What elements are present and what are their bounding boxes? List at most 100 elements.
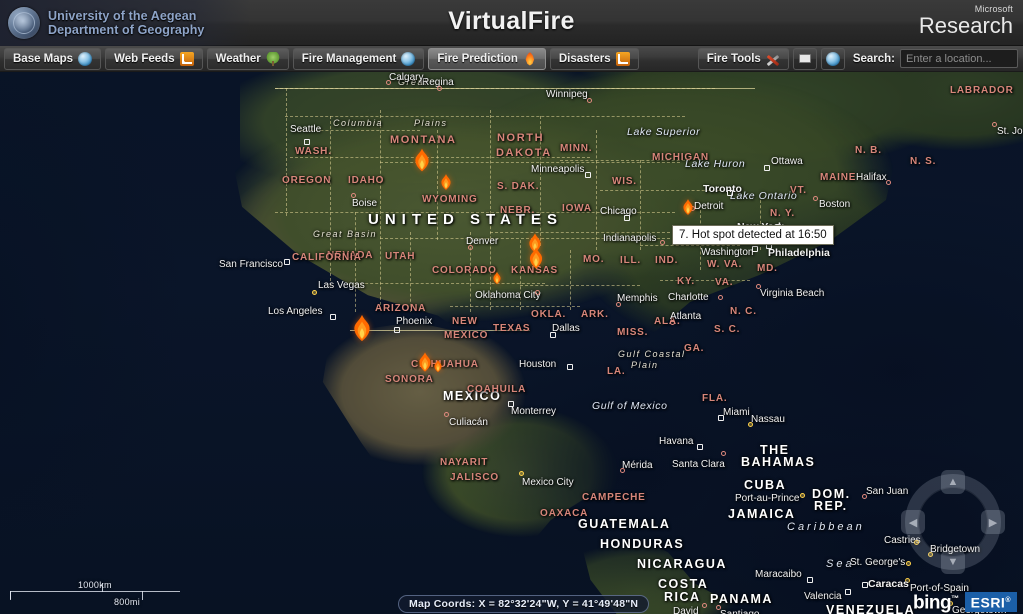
fire-hotspot-marker-5[interactable] — [347, 313, 377, 343]
city-marker-23 — [764, 165, 770, 171]
toolbar-button-globe[interactable] — [820, 47, 845, 70]
map-label-city-33: Miami — [723, 407, 750, 418]
fire-hotspot-marker-7[interactable] — [431, 359, 445, 373]
scale-tick-mi — [142, 591, 143, 600]
toolbar-button-base-maps[interactable]: Base Maps — [4, 47, 102, 70]
globe-icon — [825, 51, 840, 66]
hotspot-tooltip: 7. Hot spot detected at 16:50 — [672, 225, 834, 245]
esri-logo: ESRI® — [964, 592, 1017, 612]
city-marker-4 — [330, 314, 336, 320]
map-label-city-44: Caracas — [868, 578, 909, 590]
app-header: University of the Aegean Department of G… — [0, 0, 1023, 46]
fire-hotspot-marker-3[interactable] — [524, 246, 548, 270]
tree-icon — [265, 51, 280, 66]
rss-icon — [615, 51, 630, 66]
toolbar-button-weather[interactable]: Weather — [206, 47, 289, 70]
toolbar-button-web-feeds[interactable]: Web Feeds — [105, 47, 203, 70]
city-marker-44 — [862, 582, 868, 588]
fire-hotspot-marker-0[interactable] — [409, 147, 435, 173]
map-navigation-control[interactable]: ▲ ▼ ◀ ▶ — [901, 470, 1005, 574]
city-marker-6 — [468, 245, 473, 250]
city-marker-46 — [702, 603, 707, 608]
map-coords-readout: Map Coords: X = 82°32'24"W, Y = 41°49'48… — [398, 595, 650, 613]
map-label-country-11: JAMAICA — [728, 507, 796, 521]
map-label-city-45: Valencia — [804, 591, 842, 602]
fire-tools-label: Fire Tools — [706, 52, 761, 65]
city-marker-38 — [862, 494, 867, 499]
city-marker-36 — [721, 451, 726, 456]
map-label-physical-5: Plain — [631, 360, 659, 370]
research-label: Research — [918, 13, 1013, 38]
city-marker-30 — [444, 412, 449, 417]
map-label-water-5: Sea — [826, 558, 855, 570]
fire-hotspot-marker-1[interactable] — [437, 173, 455, 191]
city-marker-12 — [660, 240, 665, 245]
map-canvas[interactable]: UNITED STATES MEXICO GUATEMALA HONDURAS NICA… — [0, 72, 1023, 614]
page-title: VirtualFire — [448, 7, 575, 35]
city-marker-3 — [312, 290, 317, 295]
city-marker-35 — [697, 444, 703, 450]
map-label-country-8: CUBA — [744, 478, 787, 492]
toolbar-button-fire-management[interactable]: Fire Management — [292, 47, 425, 70]
screen-icon — [798, 54, 811, 63]
main-toolbar: Base Maps Web Feeds Weather Fire Managem… — [0, 46, 1023, 72]
city-marker-1 — [351, 193, 356, 198]
fire-management-label: Fire Management — [301, 52, 397, 65]
map-label-city-38: San Juan — [866, 486, 909, 497]
nav-pan-down-button[interactable]: ▼ — [941, 550, 965, 574]
globe-icon — [401, 51, 416, 66]
map-label-water-4: Caribbean — [787, 521, 865, 533]
map-label-state-31: GA. — [684, 343, 705, 354]
base-maps-label: Base Maps — [13, 52, 74, 65]
city-marker-11 — [624, 215, 630, 221]
nav-pan-left-button[interactable]: ◀ — [901, 510, 925, 534]
city-marker-20 — [813, 196, 818, 201]
globe-icon — [78, 51, 93, 66]
city-marker-2 — [284, 259, 290, 265]
map-label-city-35: Havana — [659, 436, 694, 447]
map-label-water-0: Gulf of Mexico — [592, 400, 668, 412]
city-marker-37 — [800, 493, 805, 498]
city-marker-25 — [992, 122, 997, 127]
toolbar-button-screen[interactable] — [792, 47, 817, 70]
city-marker-29 — [508, 401, 514, 407]
microsoft-research-logo: Microsoft Research — [919, 4, 1013, 38]
web-feeds-label: Web Feeds — [114, 52, 175, 65]
fire-hotspot-marker-8[interactable] — [679, 198, 697, 216]
city-marker-33 — [718, 415, 724, 421]
map-label-city-34: Nassau — [751, 414, 785, 425]
search-input[interactable] — [900, 49, 1018, 68]
nav-pan-up-button[interactable]: ▲ — [941, 470, 965, 494]
city-marker-45 — [845, 589, 851, 595]
toolbar-button-fire-tools[interactable]: Fire Tools — [697, 47, 789, 70]
city-marker-31 — [519, 471, 524, 476]
map-label-city-37: Port-au-Prince — [735, 493, 800, 504]
city-marker-9 — [567, 364, 573, 370]
map-label-state-33: N. C. — [730, 306, 757, 317]
city-marker-27 — [587, 98, 592, 103]
map-label-country-9: THE — [760, 443, 790, 457]
flame-icon — [525, 51, 535, 66]
map-label-state-43: FLA. — [702, 393, 728, 404]
fire-hotspot-marker-4[interactable] — [490, 271, 504, 285]
scale-tick-start — [10, 591, 11, 600]
city-marker-24 — [886, 180, 891, 185]
scale-bar-line: 1000km 800mi — [10, 580, 200, 607]
city-marker-8 — [550, 332, 556, 338]
city-marker-47 — [716, 605, 721, 610]
city-marker-0 — [304, 139, 310, 145]
map-label-country-12: DOM. — [812, 487, 851, 501]
weather-label: Weather — [215, 52, 261, 65]
map-label-city-2: San Francisco — [219, 259, 283, 270]
toolbar-button-fire-prediction[interactable]: Fire Prediction — [428, 47, 546, 70]
bing-logo: bing™ — [913, 592, 959, 613]
scale-bar: 1000km 800mi — [10, 580, 200, 607]
rss-icon — [179, 51, 194, 66]
virtualfire-app: University of the Aegean Department of G… — [0, 0, 1023, 614]
toolbar-button-disasters[interactable]: Disasters — [549, 47, 639, 70]
map-label-city-41: St. George's — [850, 557, 906, 568]
city-marker-7 — [535, 290, 540, 295]
map-label-state-29: LA. — [607, 366, 626, 377]
nav-pan-right-button[interactable]: ▶ — [981, 510, 1005, 534]
map-label-city-16: Virginia Beach — [760, 288, 825, 299]
